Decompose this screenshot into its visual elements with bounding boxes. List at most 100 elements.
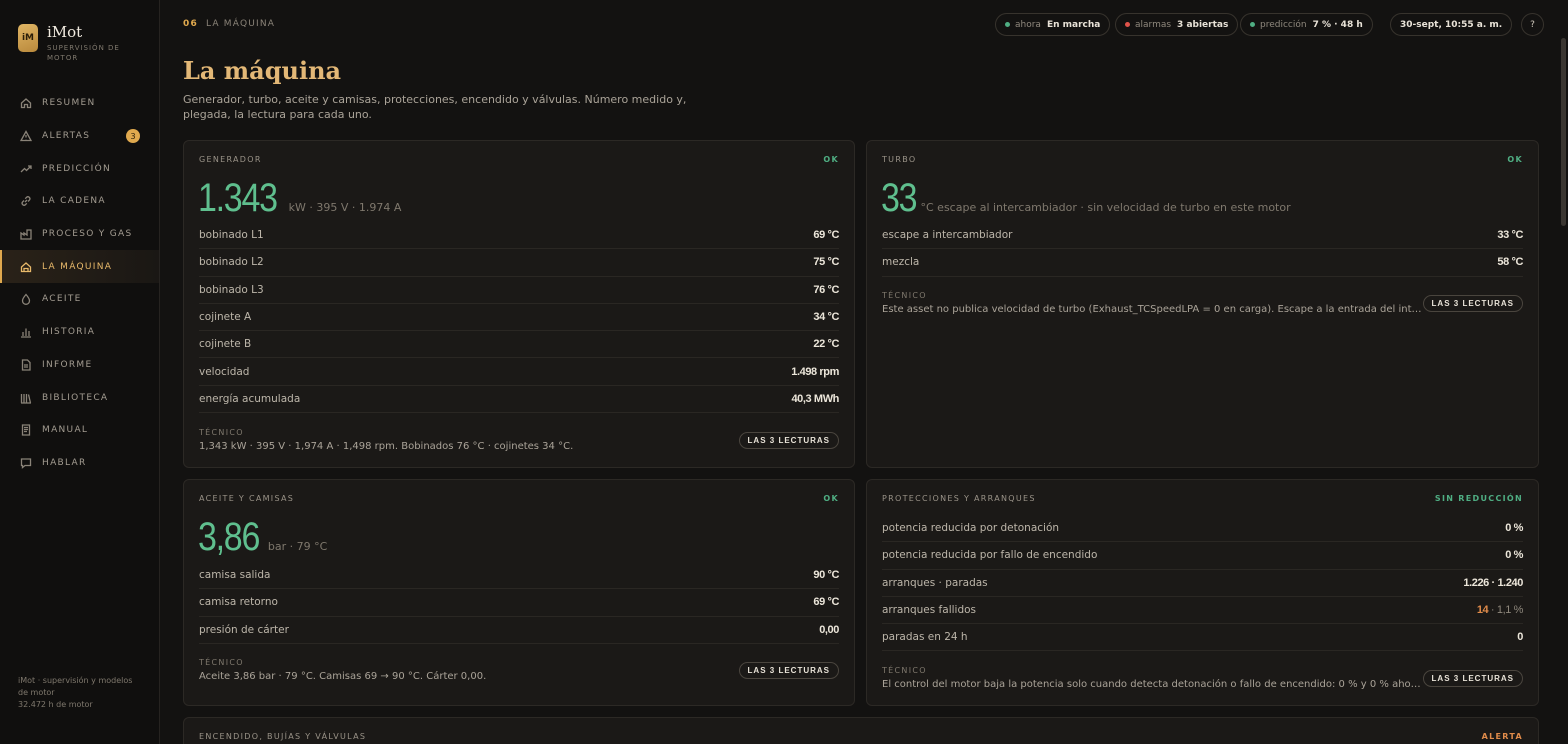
reading-value: 40,3 MWh xyxy=(791,392,839,405)
library-icon xyxy=(19,391,32,404)
reading-value: 69 °C xyxy=(813,229,839,242)
sidebar-item-label: PROCESO Y GAS xyxy=(42,229,133,240)
page-scrollbar[interactable] xyxy=(1561,38,1566,226)
card-header: PROTECCIONES Y ARRANQUES SIN REDUCCIÓN xyxy=(882,494,1523,503)
card-header: GENERADOR OK xyxy=(199,155,839,164)
three-readings-button[interactable]: LAS 3 LECTURAS xyxy=(738,662,839,679)
sidebar-item-hablar[interactable]: HABLAR xyxy=(0,447,159,480)
reading-row: paradas en 24 h 0 xyxy=(882,624,1523,652)
reading-row: camisa salida 90 °C xyxy=(199,562,839,590)
primary-reading: 3,86 bar · 79 °C xyxy=(198,515,327,560)
help-button[interactable]: ? xyxy=(1521,13,1544,36)
sidebar-item-label: ACEITE xyxy=(42,294,82,305)
reading-label: bobinado L3 xyxy=(199,283,264,296)
sidebar-item-prediccion[interactable]: PREDICCIÓN xyxy=(0,152,159,185)
reading-row: potencia reducida por fallo de encendido… xyxy=(882,542,1523,570)
reading-label: bobinado L1 xyxy=(199,229,264,242)
reading-row: presión de cárter 0,00 xyxy=(199,617,839,644)
reading-row: arranques · paradas 1.226 · 1.240 xyxy=(882,570,1523,597)
status-badge: SIN REDUCCIÓN xyxy=(1434,494,1523,503)
technical-text: Aceite 3,86 bar · 79 °C. Camisas 69 → 90… xyxy=(199,671,487,682)
reading-value: 0 xyxy=(1517,631,1523,644)
reading-value: 1.498 rpm xyxy=(791,365,839,378)
status-badge: OK xyxy=(823,494,839,503)
home-icon xyxy=(19,97,32,110)
sidebar-item-la-maquina[interactable]: LA MÁQUINA xyxy=(0,250,159,284)
page-title: La máquina xyxy=(183,56,342,85)
reading-row: energía acumulada 40,3 MWh xyxy=(199,386,839,414)
sidebar-item-label: ALERTAS xyxy=(42,131,91,142)
status-badge: ALERTA xyxy=(1481,732,1523,741)
sidebar-item-biblioteca[interactable]: BIBLIOTECA xyxy=(0,381,159,414)
technical-text: El control del motor baja la potencia so… xyxy=(882,679,1422,690)
reading-row: mezcla 58 °C xyxy=(882,249,1523,277)
primary-unit: kW · 395 V · 1.974 A xyxy=(288,201,402,214)
reading-label: cojinete B xyxy=(199,338,252,351)
brand[interactable]: iM iMot SUPERVISIÓN DE MOTOR xyxy=(18,24,129,63)
sidebar-item-label: HISTORIA xyxy=(42,327,96,338)
reading-label: camisa retorno xyxy=(199,596,278,609)
reading-label: arranques fallidos xyxy=(882,604,977,617)
datetime-pill[interactable]: 30-sept, 10:55 a. m. xyxy=(1390,13,1513,36)
alarms-pill-label: alarmas xyxy=(1135,19,1172,30)
reading-value: 0,00 xyxy=(819,623,839,636)
brand-name: iMot xyxy=(47,23,83,41)
sidebar-item-label: INFORME xyxy=(42,359,93,370)
sidebar-nav: RESUMEN ALERTAS 3 PREDICCIÓN LA CADENA P… xyxy=(0,87,159,479)
status-dot-icon xyxy=(1005,22,1010,27)
prediction-dot-icon xyxy=(1250,22,1255,27)
brand-logo: iM xyxy=(18,24,38,52)
status-pill-label: ahora xyxy=(1015,19,1041,30)
sidebar-item-label: MANUAL xyxy=(42,425,89,436)
card-title: PROTECCIONES Y ARRANQUES xyxy=(882,494,1036,503)
sidebar-item-la-cadena[interactable]: LA CADENA xyxy=(0,185,159,218)
link-icon xyxy=(19,195,32,208)
factory-icon xyxy=(19,228,32,241)
prediction-pill-value: 7 % · 48 h xyxy=(1312,19,1363,30)
primary-unit: °C escape al intercambiador · sin veloci… xyxy=(920,201,1291,214)
three-readings-button[interactable]: LAS 3 LECTURAS xyxy=(1422,670,1523,687)
sidebar: iM iMot SUPERVISIÓN DE MOTOR RESUMEN ALE… xyxy=(0,0,160,744)
sidebar-item-historia[interactable]: HISTORIA xyxy=(0,316,159,349)
alarms-pill[interactable]: alarmas 3 abiertas xyxy=(1115,13,1239,36)
three-readings-button[interactable]: LAS 3 LECTURAS xyxy=(738,432,839,449)
reading-label: presión de cárter xyxy=(199,623,289,636)
sidebar-item-label: HABLAR xyxy=(42,457,87,468)
reading-value: 75 °C xyxy=(813,256,839,269)
reading-label: mezcla xyxy=(882,256,920,269)
sidebar-item-informe[interactable]: INFORME xyxy=(0,349,159,382)
card-aceite-y-camisas: ACEITE Y CAMISAS OK 3,86 bar · 79 °C cam… xyxy=(183,479,855,706)
sidebar-item-manual[interactable]: MANUAL xyxy=(0,414,159,447)
primary-value: 1.343 xyxy=(198,176,278,220)
sidebar-item-aceite[interactable]: ACEITE xyxy=(0,283,159,316)
reading-label: potencia reducida por detonación xyxy=(882,522,1060,535)
reading-value: 69 °C xyxy=(813,596,839,609)
status-pill[interactable]: ahora En marcha xyxy=(995,13,1111,36)
prediction-pill-label: predicción xyxy=(1260,19,1307,30)
warning-icon xyxy=(19,130,32,143)
card-encendido-bujias-valvulas: ENCENDIDO, BUJÍAS Y VÁLVULAS ALERTA xyxy=(183,717,1539,744)
top-bar: 06 LA MÁQUINA ahora En marcha alarmas 3 a… xyxy=(183,13,1548,36)
reading-row: arranques fallidos 14 · 1,1 % xyxy=(882,597,1523,625)
readings-list: bobinado L1 69 °C bobinado L2 75 °C bobina… xyxy=(199,222,839,414)
card-title: TURBO xyxy=(882,155,917,164)
reading-label: velocidad xyxy=(199,365,250,378)
prediction-pill[interactable]: predicción 7 % · 48 h xyxy=(1240,13,1373,36)
status-pill-value: En marcha xyxy=(1046,19,1101,30)
sidebar-item-resumen[interactable]: RESUMEN xyxy=(0,87,159,120)
reading-value: 34 °C xyxy=(813,311,839,324)
reading-row: bobinado L2 75 °C xyxy=(199,249,839,277)
reading-row: bobinado L1 69 °C xyxy=(199,222,839,250)
reading-value: 0 % xyxy=(1505,549,1523,562)
sidebar-item-alertas[interactable]: ALERTAS 3 xyxy=(0,120,159,153)
reading-label: potencia reducida por fallo de encendido xyxy=(882,549,1098,562)
reading-row: cojinete A 34 °C xyxy=(199,304,839,332)
manual-icon xyxy=(19,424,32,437)
card-title: ACEITE Y CAMISAS xyxy=(199,494,295,503)
three-readings-button[interactable]: LAS 3 LECTURAS xyxy=(1422,295,1523,312)
reading-label: escape a intercambiador xyxy=(882,229,1013,242)
sidebar-item-proceso-y-gas[interactable]: PROCESO Y GAS xyxy=(0,218,159,251)
bar-chart-icon xyxy=(19,326,32,339)
reading-row: velocidad 1.498 rpm xyxy=(199,358,839,386)
document-icon xyxy=(19,358,32,371)
